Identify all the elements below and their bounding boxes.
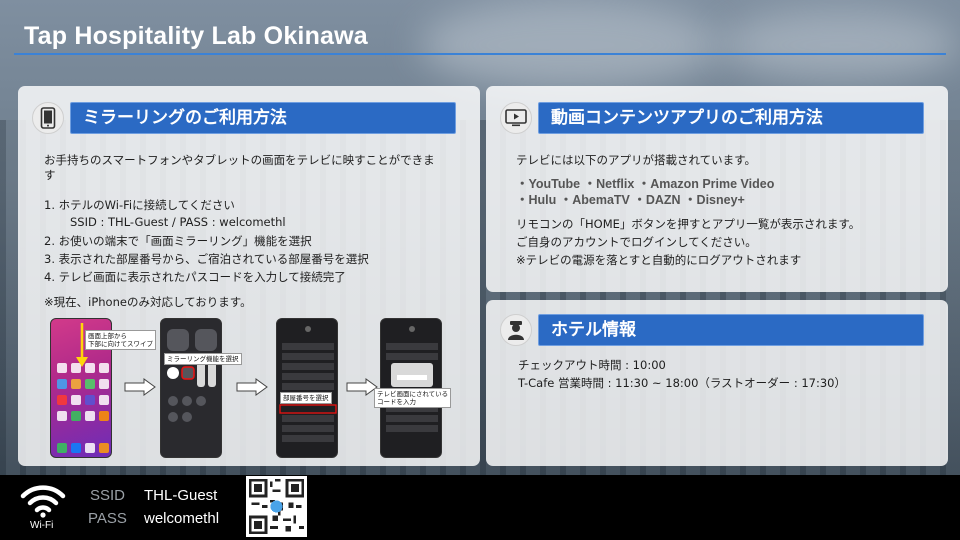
iphone-note: ※現在、iPhoneのみ対応しております。	[44, 295, 252, 309]
video-apps-card: 動画コンテンツアプリのご利用方法 テレビには以下のアプリが搭載されています。 ・…	[486, 86, 948, 292]
arrow-right-icon	[124, 378, 156, 396]
callout-mirroring: ミラーリング機能を選択	[164, 353, 242, 365]
wifi-icon	[20, 485, 66, 518]
mirroring-intro: す	[44, 168, 56, 182]
wifi-credentials: SSID : THL-Guest / PASS : welcomethl	[70, 215, 286, 229]
app-list: ・YouTube ・Netflix ・Amazon Prime Video	[516, 177, 775, 191]
checkout-time: チェックアウト時間 : 10:00	[518, 358, 666, 372]
mirroring-heading: ミラーリングのご利用方法	[70, 102, 456, 134]
room-list-icon	[279, 326, 337, 442]
callout-text: テレビ画面にされている	[377, 390, 449, 398]
title-underline	[14, 53, 946, 55]
hotel-heading: ホテル情報	[538, 314, 924, 346]
step-3: 3. 表示された部屋番号から、ご宿泊されている部屋番号を選択	[44, 252, 369, 266]
home-button-hint: リモコンの「HOME」ボタンを押すとアプリ一覧が表示されます。	[516, 217, 861, 231]
pass-value: welcomethl	[144, 510, 220, 527]
step-1: 1. ホテルのWi-Fiに接続してください	[44, 198, 235, 212]
page-title: Tap Hospitality Lab Okinawa	[24, 22, 368, 50]
hotel-info-card: ホテル情報 チェックアウト時間 : 10:00 T-Cafe 営業時間 : 11…	[486, 300, 948, 466]
control-center-icon	[167, 329, 217, 422]
cafe-hours: T-Cafe 営業時間 : 11:30 ~ 18:00（ラストオーダー : 17…	[518, 376, 846, 390]
phone-room-list	[276, 318, 338, 458]
arrow-right-icon	[236, 378, 268, 396]
callout-text: ミラーリング機能を選択	[167, 355, 239, 363]
ssid-label: SSID	[90, 487, 126, 504]
callout-text: 画面上部から	[88, 332, 127, 340]
callout-code: テレビ画面にされている コードを入力	[374, 388, 452, 408]
header: Tap Hospitality Lab Okinawa	[14, 0, 946, 56]
tv-icon	[500, 102, 532, 134]
step-4: 4. テレビ画面に表示されたパスコードを入力して接続完了	[44, 270, 346, 284]
mirroring-intro: お手持ちのスマートフォンやタブレットの画面をテレビに映すことができま	[44, 153, 435, 167]
wifi-qr-code[interactable]	[246, 476, 307, 537]
callout-swipe: 画面上部から 下部に向けてスワイプ	[85, 330, 156, 350]
phone-control-center	[160, 318, 222, 458]
pass-label: PASS	[88, 510, 127, 527]
concierge-icon	[500, 314, 532, 346]
video-intro: テレビには以下のアプリが搭載されています。	[516, 153, 757, 167]
callout-room: 部屋番号を選択	[280, 392, 332, 404]
step-2: 2. お使いの端末で「画面ミラーリング」機能を選択	[44, 234, 312, 248]
logout-note: ※テレビの電源を落とすと自動的にログアウトされます	[516, 253, 802, 267]
mirroring-card: ミラーリングのご利用方法 お手持ちのスマートフォンやタブレットの画面をテレビに映…	[18, 86, 480, 466]
wifi-label: Wi-Fi	[30, 520, 54, 531]
login-hint: ご自身のアカウントでログインしてください。	[516, 235, 757, 249]
ssid-value: THL-Guest	[144, 487, 218, 504]
callout-text: 下部に向けてスワイプ	[88, 340, 153, 348]
wifi-footer: Wi-Fi SSID THL-Guest PASS welcomethl	[0, 475, 960, 540]
video-heading: 動画コンテンツアプリのご利用方法	[538, 102, 924, 134]
callout-text: 部屋番号を選択	[283, 394, 329, 402]
smartphone-icon	[32, 102, 64, 134]
callout-text: コードを入力	[377, 398, 416, 406]
app-list: ・Hulu ・AbemaTV ・DAZN ・Disney+	[516, 193, 745, 207]
